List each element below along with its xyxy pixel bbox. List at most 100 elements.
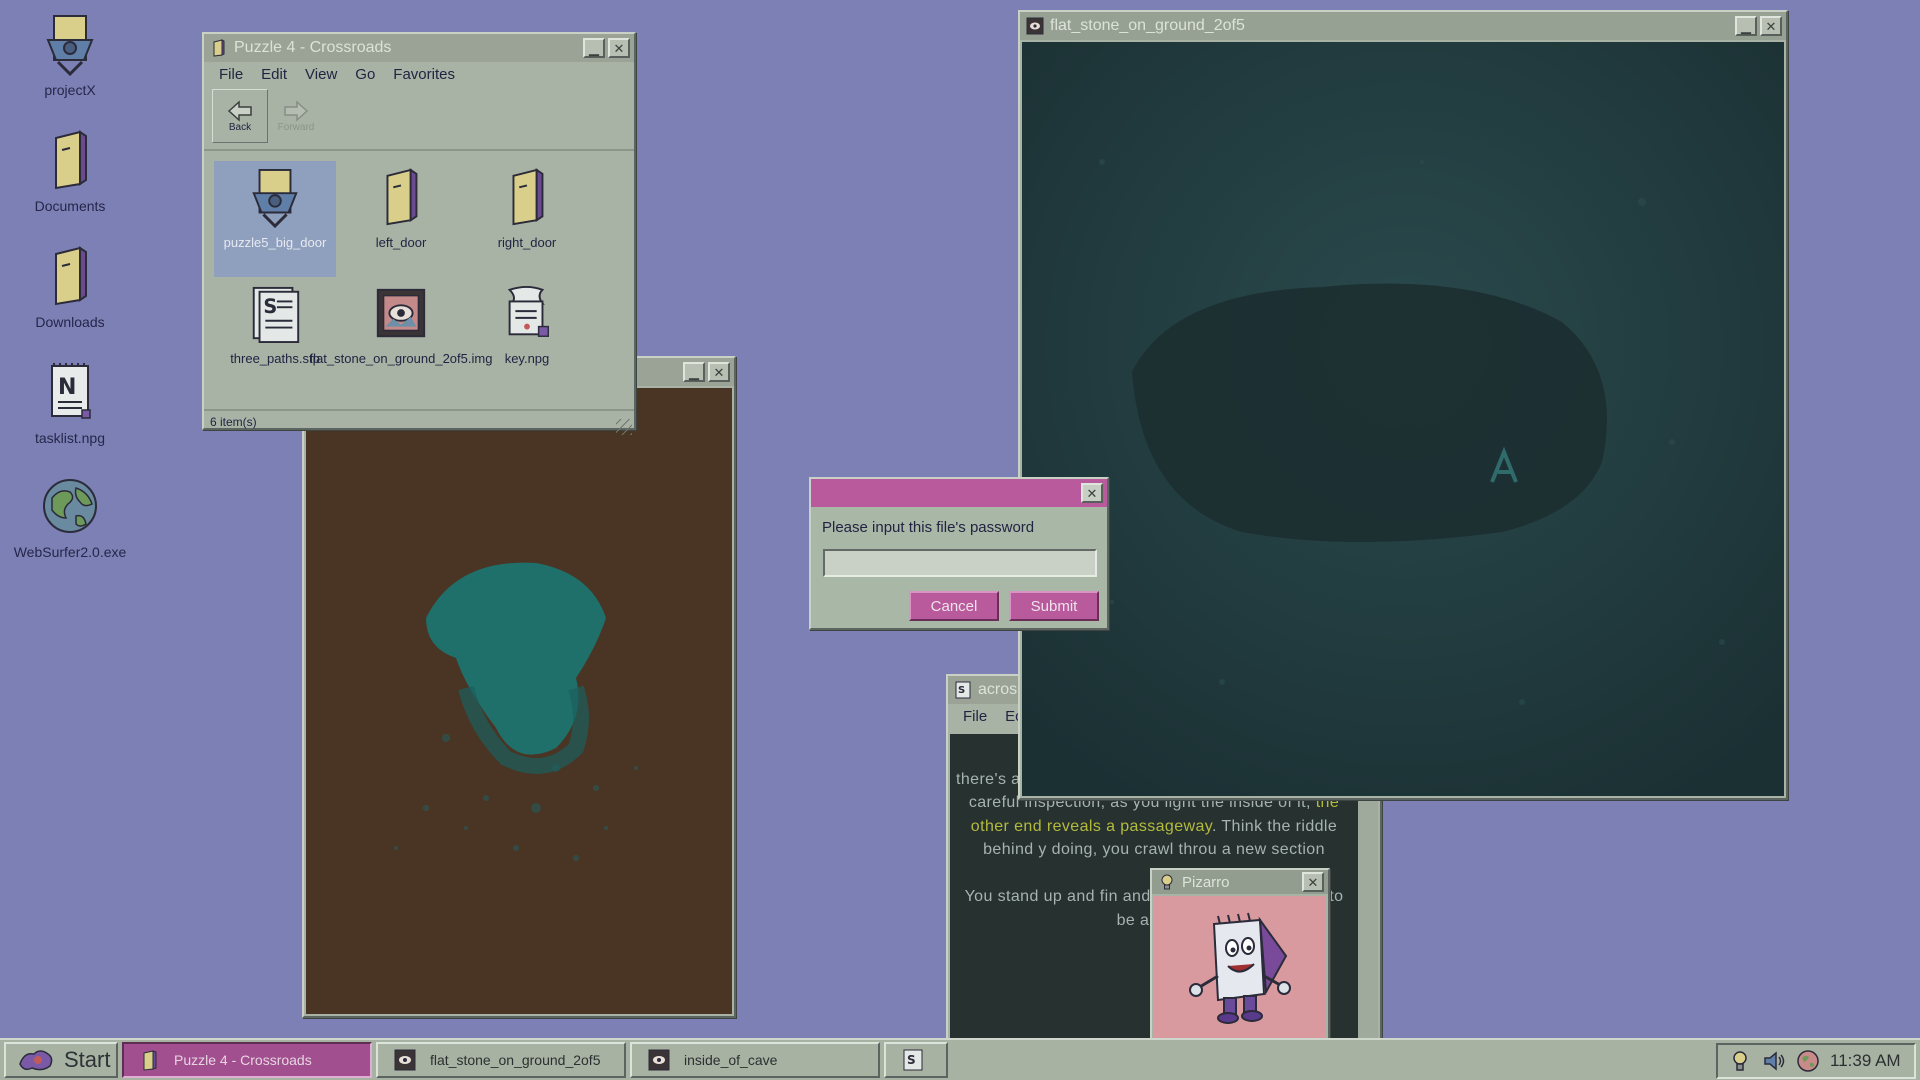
close-button[interactable]: ✕ [1302, 872, 1324, 892]
desktop-icon-websurfer[interactable]: WebSurfer2.0.exe [8, 474, 132, 560]
close-button[interactable]: ✕ [608, 38, 630, 58]
cancel-button[interactable]: Cancel [909, 591, 999, 621]
folder-door-icon [55, 246, 87, 306]
speaker-icon[interactable] [1762, 1049, 1786, 1073]
explorer-window[interactable]: Puzzle 4 - Crossroads ▁ ✕ File Edit View… [202, 32, 636, 435]
arrow-left-icon [227, 99, 252, 122]
resize-grip[interactable] [616, 419, 632, 435]
desktop-icon-label: Downloads [35, 314, 105, 330]
script-document-icon: S [955, 681, 971, 699]
back-button[interactable]: Back [212, 89, 268, 143]
cave-image [306, 388, 732, 1014]
menu-view[interactable]: View [296, 64, 346, 85]
vault-door-icon [46, 15, 94, 77]
task-flat-stone[interactable]: flat_stone_on_ground_2of5 [376, 1042, 626, 1078]
lightbulb-icon [1161, 874, 1173, 890]
start-button[interactable]: Start [4, 1042, 118, 1078]
image-file-icon [394, 1049, 416, 1071]
dialog-titlebar[interactable]: ✕ [811, 479, 1107, 507]
svg-text:S: S [263, 295, 277, 318]
menu-file[interactable]: File [954, 706, 996, 727]
status-bar: 6 item(s) [204, 409, 634, 437]
pizarro-titlebar[interactable]: Pizarro ✕ [1152, 870, 1328, 894]
password-dialog[interactable]: ✕ Please input this file's password Canc… [809, 477, 1109, 630]
clock: 11:39 AM [1830, 1051, 1901, 1070]
menu-edit[interactable]: Edit [252, 64, 296, 85]
flat-stone-image [1022, 42, 1784, 796]
inside-of-cave-window[interactable]: ▁ ✕ [302, 356, 736, 1018]
svg-text:S: S [958, 685, 965, 696]
folder-door-icon [213, 39, 225, 57]
file-key-npg[interactable]: key.npg [466, 277, 588, 393]
task-label: flat_stone_on_ground_2of5 [430, 1052, 601, 1068]
desktop-icon-label: tasklist.npg [34, 430, 106, 446]
desktop-icon-downloads[interactable]: Downloads [8, 244, 132, 330]
desktop-icon-label: Documents [34, 198, 106, 214]
image-file-icon [648, 1049, 670, 1071]
close-button[interactable]: ✕ [708, 362, 730, 382]
menu-file[interactable]: File [210, 64, 252, 85]
file-three-paths[interactable]: S three_paths.stp [214, 277, 336, 393]
explorer-titlebar[interactable]: Puzzle 4 - Crossroads ▁ ✕ [204, 34, 634, 62]
window-title: Pizarro [1182, 873, 1230, 891]
vault-door-icon [252, 169, 298, 229]
file-label: left_door [375, 235, 427, 250]
item-count: 6 item(s) [210, 415, 257, 429]
lightbulb-icon[interactable] [1728, 1049, 1752, 1073]
svg-text:S: S [907, 1053, 916, 1067]
folder-door-icon [143, 1050, 157, 1071]
desktop-icon-projectx[interactable]: projectX [8, 12, 132, 98]
file-flat-stone-image[interactable]: flat_stone_on_ground_2of5.img [310, 277, 492, 393]
file-label: three_paths.stp [230, 351, 320, 366]
svg-text:N: N [58, 375, 76, 400]
folder-door-icon [512, 168, 544, 226]
globe-icon[interactable] [1796, 1049, 1820, 1073]
file-label: key.npg [504, 351, 550, 366]
file-label: puzzle5_big_door [223, 235, 327, 250]
note-file-icon [507, 285, 549, 337]
close-button[interactable]: ✕ [1760, 16, 1782, 36]
pizarro-assistant-window[interactable]: Pizarro ✕ [1150, 868, 1330, 1060]
menu-favorites[interactable]: Favorites [384, 64, 464, 85]
task-story-text[interactable]: S [884, 1042, 948, 1078]
file-puzzle5-big-door[interactable]: puzzle5_big_door [214, 161, 336, 277]
file-label: flat_stone_on_ground_2of5.img [309, 351, 493, 366]
script-document-icon: S [903, 1049, 923, 1071]
file-label: right_door [497, 235, 557, 250]
window-title: Puzzle 4 - Crossroads [234, 39, 392, 56]
desktop-icon-documents[interactable]: Documents [8, 128, 132, 214]
file-left-door[interactable]: left_door [340, 161, 462, 277]
flat-stone-photo [1022, 42, 1784, 796]
task-inside-of-cave[interactable]: inside_of_cave [630, 1042, 880, 1078]
close-button[interactable]: ✕ [1081, 483, 1103, 503]
password-prompt: Please input this file's password [822, 519, 1035, 536]
minimize-button[interactable]: ▁ [683, 362, 705, 382]
password-input[interactable] [823, 549, 1097, 577]
folder-door-icon [55, 130, 87, 190]
notepad-mascot-image [1189, 912, 1291, 1024]
arrow-right-icon [284, 99, 309, 122]
folder-door-icon [386, 168, 418, 226]
submit-button[interactable]: Submit [1009, 591, 1099, 621]
image-viewer-window[interactable]: flat_stone_on_ground_2of5 ▁ ✕ [1018, 10, 1788, 800]
menu-go[interactable]: Go [346, 64, 384, 85]
task-puzzle4-crossroads[interactable]: Puzzle 4 - Crossroads [122, 1042, 372, 1078]
image-file-icon [376, 288, 426, 338]
minimize-button[interactable]: ▁ [1735, 16, 1757, 36]
menubar: File Edit View Go Favorites [204, 62, 634, 87]
forward-label: Forward [277, 121, 315, 133]
globe-icon [43, 479, 97, 533]
task-label: Puzzle 4 - Crossroads [174, 1052, 312, 1068]
image-titlebar[interactable]: flat_stone_on_ground_2of5 ▁ ✕ [1020, 12, 1786, 40]
file-list: puzzle5_big_door left_door right_door S [204, 151, 634, 409]
system-tray: 11:39 AM [1716, 1043, 1916, 1079]
start-logo-icon [19, 1050, 53, 1071]
file-right-door[interactable]: right_door [466, 161, 588, 277]
forward-button[interactable]: Forward [268, 89, 324, 143]
cave-opening-image [394, 562, 638, 861]
pizarro-character [1154, 896, 1326, 1056]
toolbar: Back Forward [204, 87, 634, 151]
minimize-button[interactable]: ▁ [583, 38, 605, 58]
desktop-icon-tasklist[interactable]: N tasklist.npg [8, 360, 132, 446]
desktop-icon-label: WebSurfer2.0.exe [13, 544, 127, 560]
